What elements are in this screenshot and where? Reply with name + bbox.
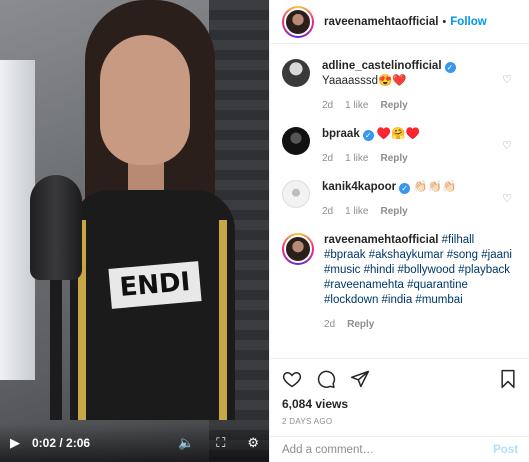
post-panel: raveenamehtaofficial • Follow adline_cas… (269, 0, 529, 462)
caption-username[interactable]: raveenamehtaofficial (324, 234, 438, 246)
verified-icon: ✓ (399, 183, 411, 194)
like-comment-heart-icon[interactable]: ♡ (502, 139, 512, 152)
verified-icon: ✓ (444, 62, 456, 73)
comment: bpraak ✓ ♥️🤗♥️ 2d 1 like Reply ♡ (270, 113, 529, 166)
reply-button[interactable]: Reply (380, 98, 407, 113)
comment: kanik4kapoor ✓ 👏🏻👏🏻👏🏻 2d 1 like Reply ♡ (270, 166, 529, 219)
commenter-username[interactable]: kanik4kapoor (322, 181, 396, 193)
heart-icon[interactable] (282, 369, 302, 389)
author-username[interactable]: raveenamehtaofficial (324, 16, 438, 28)
author-avatar[interactable] (282, 233, 314, 265)
video-player[interactable]: ENDI ▶ 0:02 / 2:06 🔈 ⛶ ⚙ (0, 0, 269, 462)
commenter-username[interactable]: adline_castelinofficial (322, 60, 442, 72)
comment-likes[interactable]: 1 like (345, 204, 368, 219)
comment-likes[interactable]: 1 like (345, 98, 368, 113)
post-header: raveenamehtaofficial • Follow (270, 0, 529, 44)
video-controls: ▶ 0:02 / 2:06 🔈 ⛶ ⚙ (0, 424, 269, 462)
video-time: 0:02 / 2:06 (32, 436, 91, 450)
separator-dot: • (442, 15, 447, 28)
fullscreen-icon[interactable]: ⛶ (216, 435, 225, 451)
like-comment-heart-icon[interactable]: ♡ (502, 192, 512, 205)
comment-likes[interactable]: 1 like (345, 151, 368, 166)
microphone-stand (50, 280, 62, 420)
comment-input[interactable] (282, 443, 494, 456)
settings-icon[interactable]: ⚙ (247, 435, 259, 451)
bookmark-icon[interactable] (498, 369, 518, 389)
comment-text: 👏🏻👏🏻👏🏻 (413, 181, 457, 193)
volume-icon[interactable]: 🔈 (178, 435, 194, 451)
reply-button[interactable]: Reply (347, 317, 374, 332)
caption-time[interactable]: 2d (324, 317, 335, 332)
microphone (30, 175, 82, 280)
reply-button[interactable]: Reply (380, 151, 407, 166)
comment-time[interactable]: 2d (322, 98, 333, 113)
comment: adline_castelinofficial ✓ Yaaaasssd😍❤️ 2d… (270, 45, 529, 113)
comments-list: adline_castelinofficial ✓ Yaaaasssd😍❤️ 2d… (270, 45, 529, 358)
post-timestamp[interactable]: 2 DAYS AGO (282, 417, 518, 426)
comment-time[interactable]: 2d (322, 204, 333, 219)
shirt-stripe (219, 220, 227, 420)
shirt-logo: ENDI (108, 261, 202, 309)
share-icon[interactable] (350, 369, 370, 389)
play-icon[interactable]: ▶ (10, 435, 20, 451)
commenter-username[interactable]: bpraak (322, 128, 360, 140)
comment-icon[interactable] (316, 369, 336, 389)
comment-time[interactable]: 2d (322, 151, 333, 166)
add-comment-bar: Post (270, 436, 529, 462)
comment-text: ♥️🤗♥️ (376, 128, 420, 140)
author-avatar[interactable] (282, 5, 314, 38)
reply-button[interactable]: Reply (380, 204, 407, 219)
commenter-avatar[interactable] (282, 127, 310, 155)
view-count[interactable]: 6,084 views (282, 397, 518, 411)
verified-icon: ✓ (362, 130, 374, 141)
singer-face (100, 35, 190, 165)
singer-shirt: ENDI (70, 190, 235, 420)
caption: raveenamehtaofficial #filhall #bpraak #a… (270, 219, 529, 332)
post-actions: 6,084 views 2 DAYS AGO (270, 358, 529, 426)
commenter-avatar[interactable] (282, 59, 310, 87)
commenter-avatar[interactable] (282, 180, 310, 208)
comment-text: Yaaaasssd😍❤️ (322, 75, 407, 87)
follow-button[interactable]: Follow (450, 16, 486, 28)
like-comment-heart-icon[interactable]: ♡ (502, 73, 512, 86)
post-button[interactable]: Post (493, 444, 518, 456)
